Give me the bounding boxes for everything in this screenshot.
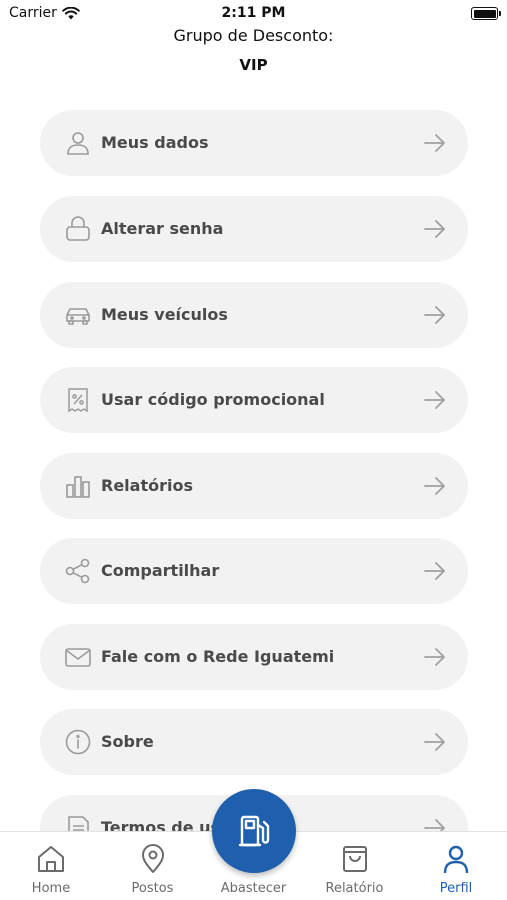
user-icon xyxy=(67,132,89,155)
location-pin-icon xyxy=(141,844,164,873)
menu-item-compartilhar[interactable]: Compartilhar xyxy=(40,538,468,604)
tab-label: Postos xyxy=(131,881,174,896)
profile-menu[interactable]: Grupo de Desconto: VIP Meus dados Altera… xyxy=(0,0,507,832)
menu-item-fale-conosco[interactable]: Fale com o Rede Iguatemi xyxy=(40,624,468,690)
arrow-right-icon xyxy=(424,134,445,152)
menu-item-meus-dados[interactable]: Meus dados xyxy=(40,110,468,176)
tab-home[interactable]: Home xyxy=(0,832,102,900)
coupon-icon xyxy=(68,388,88,413)
menu-item-label: Alterar senha xyxy=(101,219,224,238)
tab-label: Perfil xyxy=(439,881,473,896)
menu-item-label: Compartilhar xyxy=(101,561,220,580)
share-icon xyxy=(65,558,90,584)
tab-label: Abastecer xyxy=(220,881,287,896)
menu-item-label: Relatórios xyxy=(101,476,193,495)
discount-group-value: VIP xyxy=(239,56,268,74)
tab-postos[interactable]: Postos xyxy=(102,832,203,900)
menu-item-sobre[interactable]: Sobre xyxy=(40,709,468,775)
document-icon xyxy=(68,816,89,832)
home-icon xyxy=(38,846,64,872)
arrow-right-icon xyxy=(424,477,445,495)
user-icon xyxy=(443,845,469,874)
arrow-right-icon xyxy=(424,648,445,666)
tab-label: Home xyxy=(31,881,71,896)
lock-icon xyxy=(66,216,90,241)
menu-item-codigo-promocional[interactable]: Usar código promocional xyxy=(40,367,468,433)
bar-chart-icon xyxy=(66,476,90,498)
discount-group-label: Grupo de Desconto: xyxy=(173,26,334,45)
tab-perfil[interactable]: Perfil xyxy=(405,832,507,900)
menu-item-label: Fale com o Rede Iguatemi xyxy=(101,647,335,666)
menu-item-label: Meus veículos xyxy=(101,305,228,324)
tab-label: Relatório xyxy=(325,881,384,896)
arrow-right-icon xyxy=(424,220,445,238)
fuel-pump-icon xyxy=(238,815,270,847)
abastecer-fab-button[interactable] xyxy=(212,789,296,873)
arrow-right-icon xyxy=(424,306,445,324)
car-icon xyxy=(66,308,90,325)
menu-item-label: Usar código promocional xyxy=(101,390,325,409)
arrow-right-icon xyxy=(424,819,445,832)
shopping-bag-icon xyxy=(342,846,367,872)
arrow-right-icon xyxy=(424,391,445,409)
tab-relatorio[interactable]: Relatório xyxy=(304,832,405,900)
arrow-right-icon xyxy=(424,562,445,580)
menu-item-label: Sobre xyxy=(101,732,154,751)
arrow-right-icon xyxy=(424,733,445,751)
menu-item-meus-veiculos[interactable]: Meus veículos xyxy=(40,282,468,348)
mail-icon xyxy=(65,648,91,667)
menu-item-alterar-senha[interactable]: Alterar senha xyxy=(40,196,468,262)
info-icon xyxy=(65,729,91,755)
menu-item-relatorios[interactable]: Relatórios xyxy=(40,453,468,519)
menu-item-label: Meus dados xyxy=(101,133,209,152)
